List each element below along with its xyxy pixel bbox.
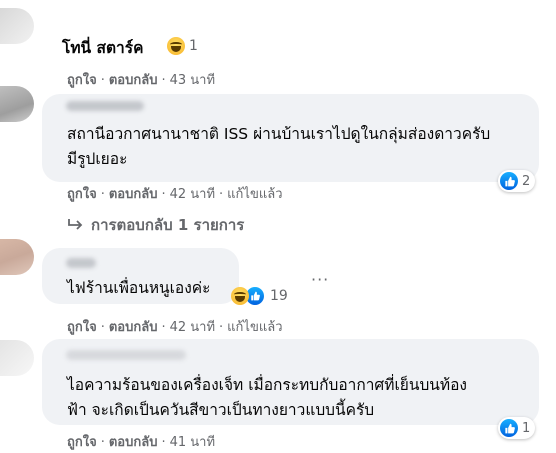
comment-author[interactable]: โทนี่ สตาร์ค [62,35,143,60]
comment-text: สถานีอวกาศนานาชาติ ISS ผ่านบ้านเราไปดูใน… [67,125,491,168]
more-options-icon[interactable]: ··· [311,270,329,289]
like-link[interactable]: ถูกใจ [67,183,97,204]
like-link[interactable]: ถูกใจ [67,431,97,452]
reaction-summary[interactable]: 1 [167,37,198,55]
separator-dot: · [161,187,166,202]
edited-label[interactable]: แก้ไขแล้ว [227,316,282,337]
reply-link[interactable]: ตอบกลับ [109,316,158,337]
separator-dot: · [219,320,224,335]
separator-dot: · [161,73,166,88]
reaction-count: 1 [522,420,531,436]
separator-dot: · [100,187,105,202]
separator-dot: · [100,435,105,450]
reply-link[interactable]: ตอบกลับ [109,183,158,204]
comment-text: ไอความร้อนของเครื่องเจ็ท เมื่อกระทบกับอา… [67,376,467,419]
reaction-count: 2 [522,173,531,189]
reaction-count: 1 [189,38,198,54]
view-replies-link[interactable]: การตอบกลับ 1 รายการ [67,213,244,237]
separator-dot: · [100,320,105,335]
comment-actions: ถูกใจ · ตอบกลับ · 41 นาที [67,431,215,452]
reply-link[interactable]: ตอบกลับ [109,431,158,452]
author-name-redacted [66,258,96,268]
reaction-summary[interactable]: 19 [231,286,288,306]
separator-dot: · [161,435,166,450]
timestamp[interactable]: 42 นาที [170,183,215,204]
reaction-summary[interactable]: 2 [498,170,536,192]
author-name-redacted [66,350,186,360]
author-name-redacted [66,101,144,111]
reply-link[interactable]: ตอบกลับ [109,69,158,90]
view-replies-label: การตอบกลับ 1 รายการ [91,216,245,234]
comment-text: ไฟร้านเพื่อนหนูเองค่ะ [67,279,211,297]
haha-icon [231,287,249,305]
separator-dot: · [161,320,166,335]
comment-actions: ถูกใจ · ตอบกลับ · 42 นาที · แก้ไขแล้ว [67,183,283,204]
separator-dot: · [100,73,105,88]
reply-arrow-icon [67,216,83,234]
like-link[interactable]: ถูกใจ [67,316,97,337]
avatar[interactable] [0,340,34,376]
haha-icon [167,37,185,55]
like-link[interactable]: ถูกใจ [67,69,97,90]
like-icon [500,419,518,437]
avatar[interactable] [0,239,34,275]
timestamp[interactable]: 43 นาที [170,69,215,90]
reaction-count: 19 [270,288,288,304]
edited-label[interactable]: แก้ไขแล้ว [227,183,282,204]
reaction-summary[interactable]: 1 [498,417,536,439]
separator-dot: · [219,187,224,202]
avatar[interactable] [0,86,34,122]
comment-actions: ถูกใจ · ตอบกลับ · 43 นาที [67,69,215,90]
timestamp[interactable]: 42 นาที [170,316,215,337]
avatar[interactable] [0,8,34,44]
comment-actions: ถูกใจ · ตอบกลับ · 42 นาที · แก้ไขแล้ว [67,316,283,337]
timestamp[interactable]: 41 นาที [170,431,215,452]
like-icon [500,172,518,190]
